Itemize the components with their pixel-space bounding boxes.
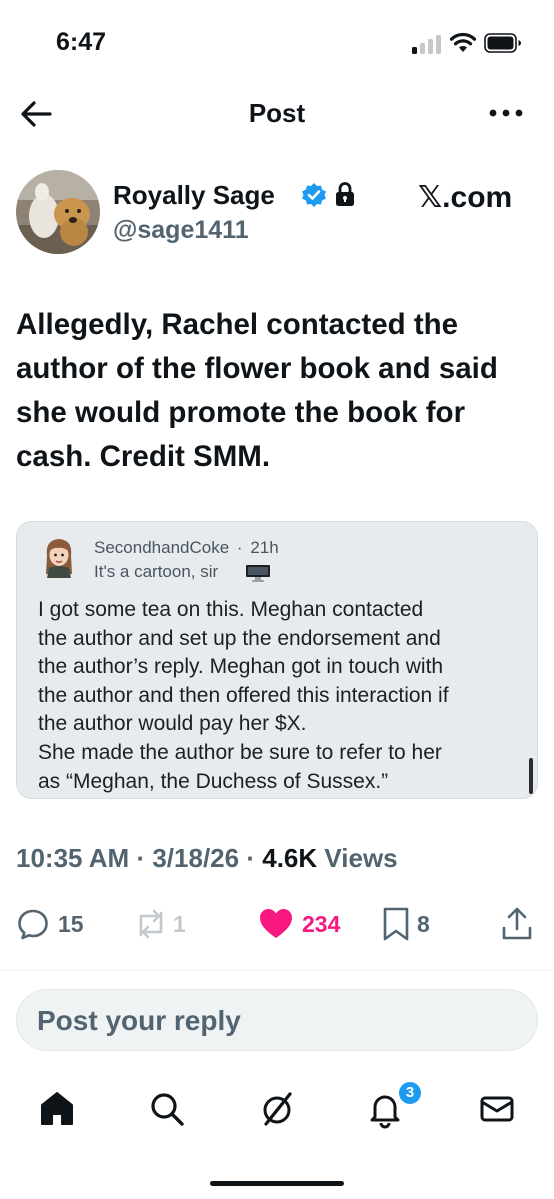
bottom-nav: 3 xyxy=(0,1074,554,1144)
bookmark-count: 8 xyxy=(417,910,430,937)
bookmark-button[interactable]: 8 xyxy=(381,904,430,944)
search-icon xyxy=(151,1093,184,1126)
divider xyxy=(0,970,554,971)
home-icon xyxy=(41,1092,73,1125)
cellular-signal-icon xyxy=(412,34,444,54)
post-text: Allegedly, Rachel contacted the author o… xyxy=(16,308,498,473)
embed-line: I got some tea on this. Meghan contacted xyxy=(38,598,424,621)
embed-line: the author and set up the endorsement an… xyxy=(38,626,441,650)
nav-grok[interactable] xyxy=(252,1084,302,1134)
reply-count: 15 xyxy=(58,910,84,937)
author-handle: @sage1411 xyxy=(113,216,249,244)
views-label: Views xyxy=(324,843,398,873)
battery-icon xyxy=(484,33,521,53)
embed-line: the author and then offered this interac… xyxy=(38,683,449,707)
post-time: 10:35 AM xyxy=(16,843,130,873)
status-time: 6:47 xyxy=(56,28,107,56)
repost-button[interactable]: 1 xyxy=(133,904,186,944)
home-indicator[interactable] xyxy=(210,1181,344,1186)
meta-separator: · xyxy=(136,843,146,873)
embed-username-line: SecondhandCoke · 21h xyxy=(94,538,279,558)
reply-input[interactable]: Post your reply xyxy=(16,989,538,1051)
watermark: 𝕏.com xyxy=(418,181,513,214)
author-name[interactable]: Royally Sage xyxy=(113,180,275,211)
nav-home[interactable] xyxy=(32,1084,82,1134)
embed-line: the author would pay her $X. xyxy=(38,712,307,736)
more-options-button[interactable] xyxy=(484,98,528,128)
embedded-screenshot[interactable]: SecondhandCoke · 21h It's a cartoon, sir… xyxy=(16,521,538,799)
nav-search[interactable] xyxy=(142,1084,192,1134)
status-bar: 6:47 xyxy=(0,0,554,80)
like-count: 234 xyxy=(302,910,341,937)
embed-age: 21h xyxy=(250,538,279,557)
notification-badge: 3 xyxy=(397,1080,423,1106)
like-button[interactable]: 234 xyxy=(258,904,340,944)
reply-button[interactable]: 15 xyxy=(16,904,84,944)
grok-icon xyxy=(263,1092,292,1126)
wifi-icon xyxy=(449,32,477,52)
reply-icon xyxy=(18,909,48,940)
embed-line: the author’s reply. Meghan got in touch … xyxy=(38,655,444,679)
page-title: Post xyxy=(248,98,306,128)
embed-body: I got some tea on this. Meghan contacted… xyxy=(38,596,523,796)
views-count[interactable]: 4.6K xyxy=(262,843,317,873)
avatar[interactable] xyxy=(16,170,100,254)
verified-badge-icon xyxy=(302,183,326,207)
repost-count: 1 xyxy=(173,910,186,937)
share-icon xyxy=(502,907,532,940)
cartoon-avatar-icon xyxy=(46,539,72,578)
desktop-computer-icon xyxy=(246,565,270,582)
messages-icon xyxy=(480,1096,514,1122)
embed-line: She made the author be sure to refer to … xyxy=(38,740,442,764)
embed-subtitle: It's a cartoon, sir xyxy=(94,562,219,581)
post-header: Post xyxy=(0,86,554,140)
nav-messages[interactable] xyxy=(472,1084,522,1134)
post-meta: 10:35 AM · 3/18/26 · 4.6K Views xyxy=(16,843,398,874)
embed-line: as “Meghan, the Duchess of Sussex.” xyxy=(38,769,389,793)
embed-separator: · xyxy=(236,538,243,557)
repost-icon xyxy=(139,909,163,939)
meta-separator: · xyxy=(246,843,255,873)
more-horizontal-icon xyxy=(489,109,523,117)
share-button[interactable] xyxy=(500,904,534,944)
action-bar: 15 1 234 8 xyxy=(0,898,554,952)
dog-photo-avatar-icon xyxy=(16,170,100,254)
heart-icon xyxy=(260,909,292,938)
embed-scrollbar xyxy=(529,758,533,794)
bookmark-icon xyxy=(383,907,409,941)
reply-placeholder: Post your reply xyxy=(37,1005,241,1036)
post-date: 3/18/26 xyxy=(152,843,240,873)
lock-icon xyxy=(336,182,354,206)
embed-username: SecondhandCoke xyxy=(94,538,230,557)
